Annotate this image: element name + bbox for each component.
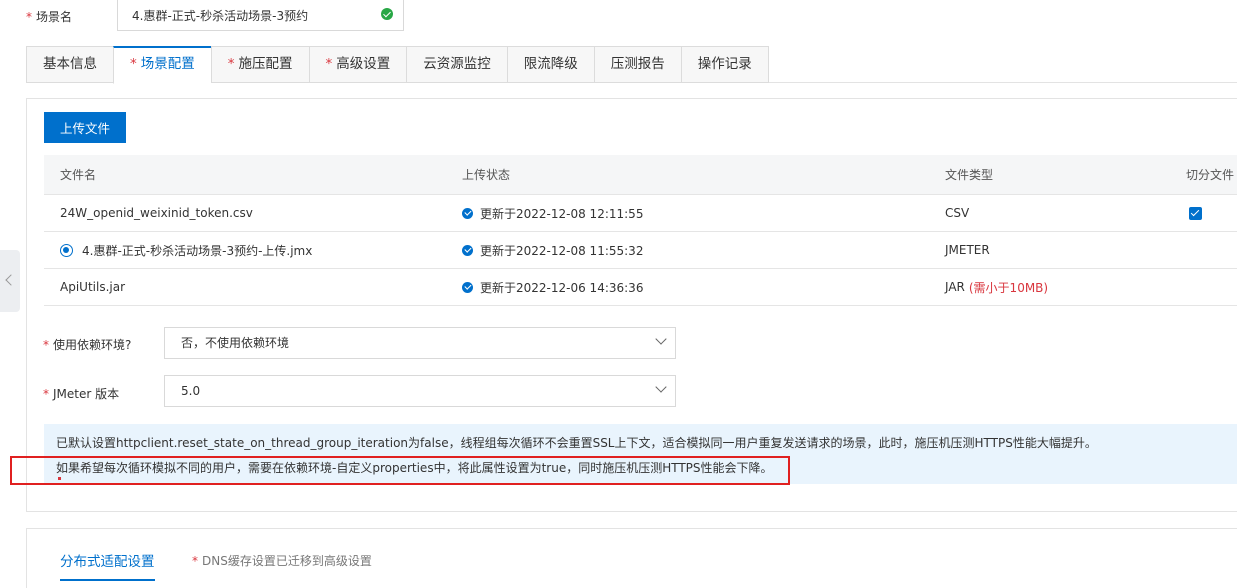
highlight-annotation-box [10,456,790,485]
check-circle-icon [462,281,473,293]
tab-test-report[interactable]: 压测报告 [593,46,681,83]
table-row: ApiUtils.jar 更新于2022-12-06 14:36:36 JAR(… [44,269,1237,306]
scene-name-value: 4.惠群-正式-秒杀活动场景-3预约 [132,9,309,23]
header-file-type: 文件类型 [945,168,994,182]
size-limit-note: (需小于10MB) [968,280,1049,295]
file-table: 文件名 上传状态 文件类型 切分文件 24W_openid_weixinid_t… [44,155,1237,306]
chevron-down-icon [655,333,667,345]
upload-status: 更新于2022-12-08 12:11:55 [462,195,643,231]
jmeter-version-label: * JMeter 版本 [43,385,119,402]
tab-label: 高级设置 [336,56,391,72]
collapse-left-icon[interactable] [0,250,20,312]
tab-cloud-monitor[interactable]: 云资源监控 [406,46,507,83]
required-mark: * [26,10,32,24]
upload-file-button[interactable]: 上传文件 [44,112,126,143]
required-mark: * [192,554,198,568]
scene-name-label-text: 场景名 [36,10,73,24]
table-header: 文件名 上传状态 文件类型 切分文件 [44,155,1237,195]
file-type: CSV [945,206,970,220]
file-type-text: JAR [945,280,965,294]
required-mark: * [227,56,235,72]
scene-name-label: * 场景名 [26,8,72,25]
upload-status-text: 更新于2022-12-08 11:55:32 [480,243,644,258]
table-row: 4.惠群-正式-秒杀活动场景-3预约-上传.jmx 更新于2022-12-08 … [44,232,1237,269]
required-mark: * [43,338,49,352]
file-name-text: 4.惠群-正式-秒杀活动场景-3预约-上传.jmx [82,243,313,258]
required-mark: * [43,387,49,401]
scene-name-input[interactable]: 4.惠群-正式-秒杀活动场景-3预约 [117,0,404,31]
tab-label: 压测报告 [610,56,665,72]
check-circle-icon [381,8,393,20]
tab-label: 施压配置 [238,56,293,72]
required-mark: * [130,56,137,72]
jmeter-version-select[interactable]: 5.0 [164,375,676,407]
check-circle-icon [462,244,473,256]
dependency-env-select[interactable]: 否，不使用依赖环境 [164,327,676,359]
dependency-env-label: * 使用依赖环境? [43,336,131,353]
file-name: ApiUtils.jar [60,280,126,294]
tab-operation-log[interactable]: 操作记录 [680,46,769,83]
file-type: JAR (需小于10MB) [945,269,1048,305]
dependency-env-label-text: 使用依赖环境? [53,338,132,352]
config-tabs: 基本信息 * 场景配置 * 施压配置 * 高级设置 云资源监控 限流降级 压测报告 操… [26,46,769,84]
tab-label: 场景配置 [140,56,195,72]
notice-line-1: 已默认设置httpclient.reset_state_on_thread_gr… [56,436,1097,450]
upload-status: 更新于2022-12-08 11:55:32 [462,232,643,268]
upload-status-text: 更新于2022-12-06 14:36:36 [480,280,644,295]
main-script-radio[interactable] [60,243,73,257]
upload-status-text: 更新于2022-12-08 12:11:55 [480,206,644,221]
header-file-name: 文件名 [60,168,97,182]
dns-note-text: DNS缓存设置已迁移到高级设置 [202,554,372,568]
scene-name-row: * 场景名 4.惠群-正式-秒杀活动场景-3预约 [0,0,420,32]
scene-config-panel: 上传文件 文件名 上传状态 文件类型 切分文件 24W_openid_weixi… [26,98,1237,512]
tab-label: 操作记录 [697,56,752,72]
split-file-cell [1186,195,1202,231]
header-upload-status: 上传状态 [462,168,511,182]
tab-label: 云资源监控 [423,56,491,72]
upload-status: 更新于2022-12-06 14:36:36 [462,269,643,305]
file-name: 4.惠群-正式-秒杀活动场景-3预约-上传.jmx [60,232,312,268]
check-circle-icon [462,207,473,219]
tab-pressure-config[interactable]: * 施压配置 [210,46,309,83]
tab-label: 限流降级 [523,56,578,72]
dns-migration-note: * DNS缓存设置已迁移到高级设置 [192,552,372,569]
distributed-settings-panel: 分布式适配设置 * DNS缓存设置已迁移到高级设置 [26,528,1237,588]
split-file-checkbox[interactable] [1189,206,1202,220]
file-type: JMETER [945,243,990,257]
table-row: 24W_openid_weixinid_token.csv 更新于2022-12… [44,195,1237,232]
tab-distributed-adapter[interactable]: 分布式适配设置 [60,550,155,581]
jmeter-version-label-text: JMeter 版本 [53,387,120,401]
chevron-down-icon [655,381,667,393]
tab-rate-limit[interactable]: 限流降级 [506,46,594,83]
tab-advanced-settings[interactable]: * 高级设置 [308,46,407,83]
tab-basic-info[interactable]: 基本信息 [26,46,113,83]
required-mark: * [325,56,333,72]
header-split-file: 切分文件 [1186,168,1235,182]
jmeter-version-value: 5.0 [181,384,201,398]
file-name: 24W_openid_weixinid_token.csv [60,206,253,220]
dependency-env-value: 否，不使用依赖环境 [181,336,290,350]
tab-label: 基本信息 [43,56,97,72]
tab-scene-config[interactable]: * 场景配置 [113,46,211,84]
